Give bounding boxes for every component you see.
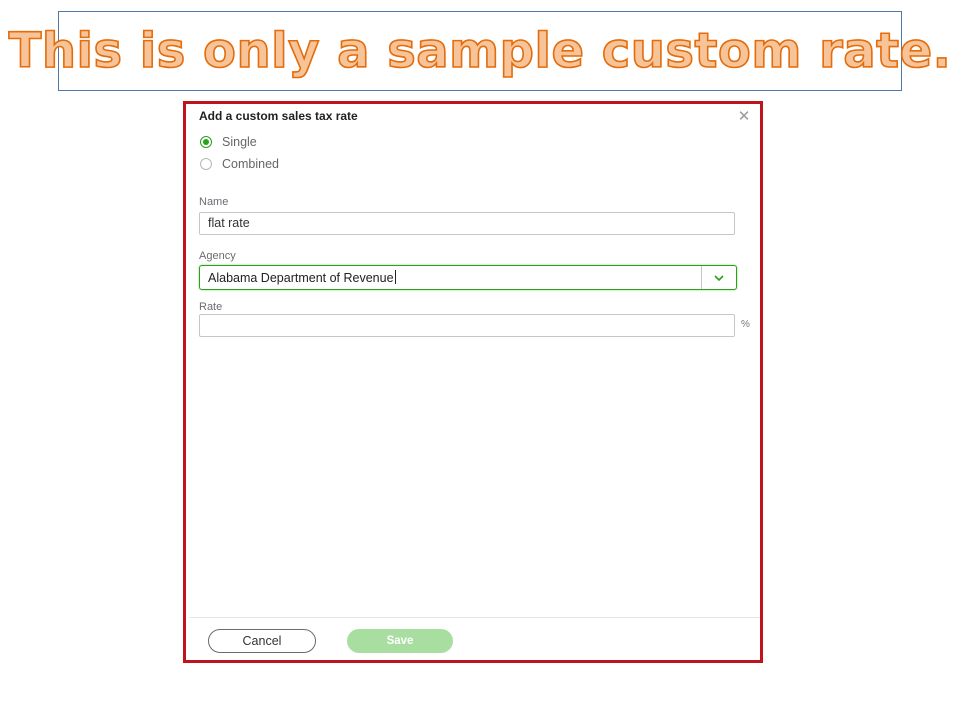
- agency-dropdown-toggle[interactable]: [701, 266, 736, 289]
- rate-label: Rate: [199, 301, 223, 313]
- radio-combined-label: Combined: [222, 157, 279, 171]
- agency-value-text: Alabama Department of Revenue: [208, 271, 394, 285]
- name-field[interactable]: flat rate: [199, 212, 735, 235]
- rate-field[interactable]: [199, 314, 735, 337]
- banner-text: This is only a sample custom rate.: [8, 22, 952, 80]
- radio-single[interactable]: Single: [200, 135, 257, 149]
- close-icon[interactable]: ✕: [736, 108, 752, 124]
- radio-single-label: Single: [222, 135, 257, 149]
- name-label: Name: [199, 196, 229, 208]
- cancel-button[interactable]: Cancel: [208, 629, 316, 653]
- radio-combined[interactable]: Combined: [200, 157, 279, 171]
- dialog-title: Add a custom sales tax rate: [199, 109, 358, 123]
- chevron-down-icon: [714, 274, 724, 281]
- percent-suffix: %: [741, 319, 750, 330]
- agency-select-value: Alabama Department of Revenue: [200, 270, 701, 285]
- agency-select[interactable]: Alabama Department of Revenue: [199, 265, 737, 290]
- custom-rate-dialog: Add a custom sales tax rate ✕ Single Com…: [183, 101, 763, 663]
- sample-banner: This is only a sample custom rate.: [8, 11, 952, 91]
- radio-single-indicator[interactable]: [200, 136, 212, 148]
- save-button[interactable]: Save: [347, 629, 453, 653]
- radio-combined-indicator[interactable]: [200, 158, 212, 170]
- text-caret: [394, 270, 396, 284]
- agency-label: Agency: [199, 250, 236, 262]
- footer-divider: [189, 617, 760, 618]
